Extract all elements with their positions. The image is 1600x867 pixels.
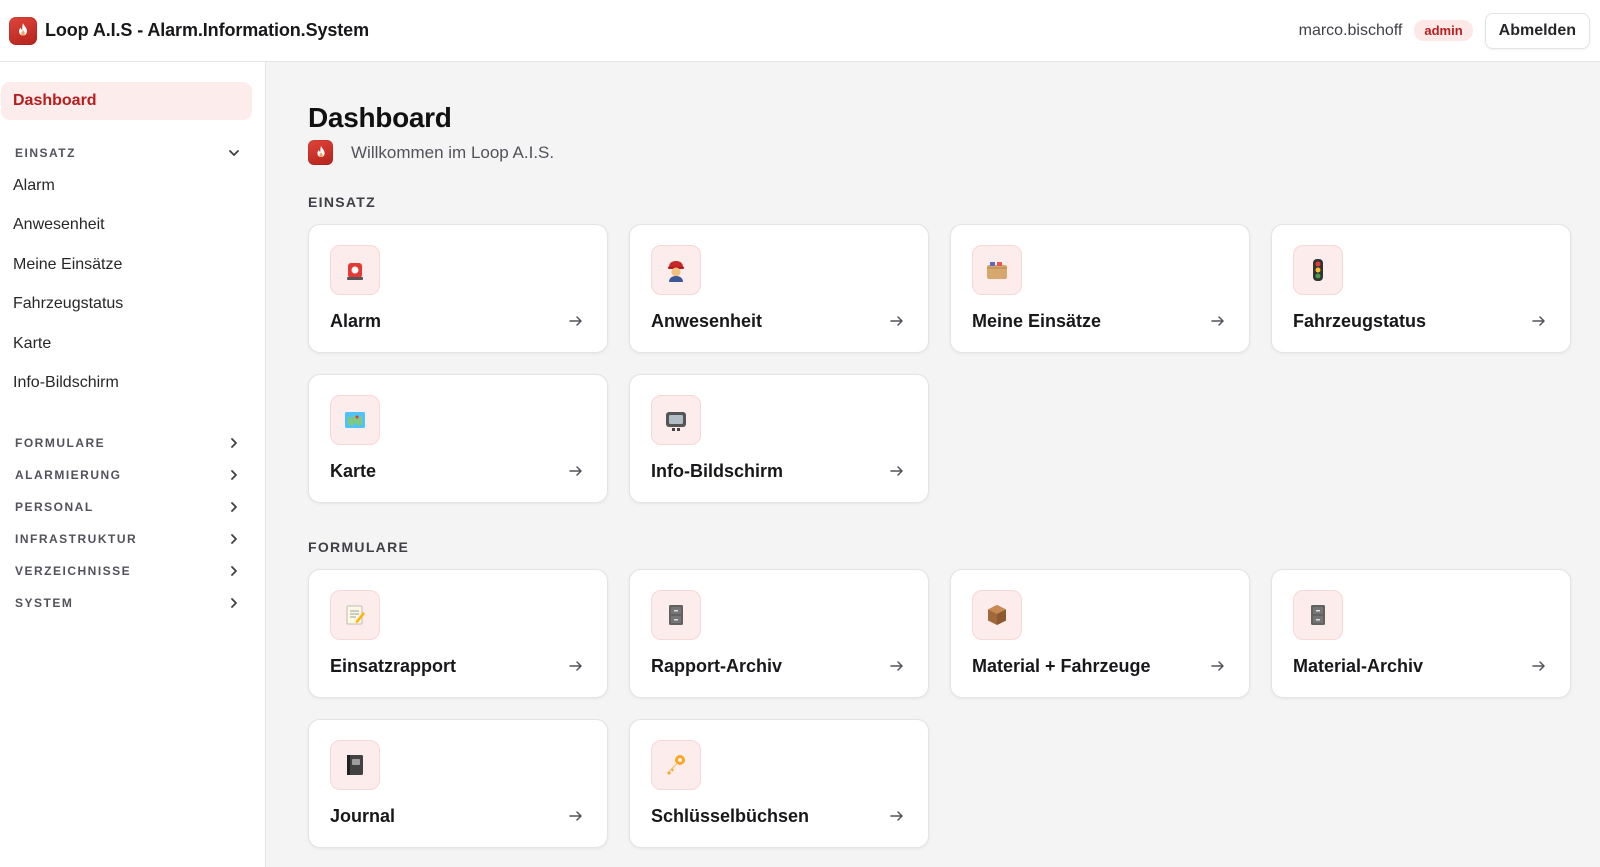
card-label: Rapport-Archiv [651, 656, 783, 676]
memo-icon [330, 590, 380, 640]
arrow-right-icon [890, 811, 903, 821]
arrow-right-icon [890, 316, 903, 326]
sidebar-group-personal[interactable]: PERSONAL [0, 491, 251, 523]
tv-icon [651, 395, 701, 445]
app-title: Loop A.I.S - Alarm.Information.System [45, 20, 370, 40]
chevron-right-icon [231, 470, 237, 480]
section-label-einsatz: EINSATZ [308, 194, 376, 210]
sidebar-item-dashboard[interactable]: Dashboard [1, 82, 252, 120]
card-label: Journal [330, 806, 396, 826]
card-grid-formulare: Einsatzrapport Rapport-Archiv Material +… [308, 569, 1571, 848]
card-label: Anwesenheit [651, 311, 763, 331]
arrow-right-icon [1532, 316, 1545, 326]
chevron-right-icon [231, 502, 237, 512]
card-label: Info-Bildschirm [651, 461, 784, 481]
card-karte[interactable]: Karte [308, 374, 608, 503]
chevron-right-icon [231, 438, 237, 448]
firefighter-icon [651, 245, 701, 295]
username: marco.bischoff [1298, 21, 1403, 39]
chevron-right-icon [231, 598, 237, 608]
sidebar-item-karte[interactable]: Karte [0, 324, 251, 364]
card-fahrzeugstatus[interactable]: Fahrzeugstatus [1271, 224, 1571, 353]
notebook-icon [330, 740, 380, 790]
sidebar-item-info-bildschirm[interactable]: Info-Bildschirm [0, 364, 251, 404]
logout-button[interactable]: Abmelden [1484, 12, 1590, 49]
card-label: Schlüsselbüchsen [651, 806, 810, 826]
sidebar-group-label: ALARMIERUNG [15, 468, 122, 482]
top-bar: Loop A.I.S - Alarm.Information.System ma… [0, 0, 1600, 62]
role-badge: admin [1414, 20, 1473, 41]
card-label: Einsatzrapport [330, 656, 457, 676]
card-alarm[interactable]: Alarm [308, 224, 608, 353]
chevron-right-icon [231, 534, 237, 544]
file-cabinet-icon [651, 590, 701, 640]
siren-icon [330, 245, 380, 295]
card-label: Alarm [330, 311, 382, 331]
package-icon [972, 590, 1022, 640]
sidebar-group-alarmierung[interactable]: ALARMIERUNG [0, 459, 251, 491]
card-label: Meine Einsätze [972, 311, 1102, 331]
fire-logo-icon [308, 140, 333, 165]
arrow-right-icon [1532, 661, 1545, 671]
card-anwesenheit[interactable]: Anwesenheit [629, 224, 929, 353]
map-icon [330, 395, 380, 445]
page-subtitle: Willkommen im Loop A.I.S. [351, 142, 555, 162]
sidebar-group-label: INFRASTRUKTUR [15, 532, 138, 546]
card-label: Material + Fahrzeuge [972, 656, 1151, 676]
file-cabinet-icon [1293, 590, 1343, 640]
card-schluesselbuechsen[interactable]: Schlüsselbüchsen [629, 719, 929, 848]
sidebar-group-label: PERSONAL [15, 500, 94, 514]
arrow-right-icon [569, 466, 582, 476]
card-material-fahrzeuge[interactable]: Material + Fahrzeuge [950, 569, 1250, 698]
arrow-right-icon [569, 661, 582, 671]
sidebar-group-label: FORMULARE [15, 436, 106, 450]
card-rapport-archiv[interactable]: Rapport-Archiv [629, 569, 929, 698]
sidebar-group-label: SYSTEM [15, 596, 74, 610]
subtitle-row: Willkommen im Loop A.I.S. [308, 140, 554, 165]
sidebar-group-infrastruktur[interactable]: INFRASTRUKTUR [0, 523, 251, 555]
page-title: Dashboard [308, 102, 452, 133]
sidebar-item-anwesenheit[interactable]: Anwesenheit [0, 206, 251, 246]
sidebar-group-formulare[interactable]: FORMULARE [0, 427, 251, 459]
sidebar-item-fahrzeugstatus[interactable]: Fahrzeugstatus [0, 285, 251, 325]
card-material-archiv[interactable]: Material-Archiv [1271, 569, 1571, 698]
sidebar-group-einsatz[interactable]: EINSATZ [0, 146, 251, 160]
brand[interactable]: Loop A.I.S - Alarm.Information.System [9, 16, 370, 45]
arrow-right-icon [890, 466, 903, 476]
fire-logo-icon [9, 16, 37, 45]
chevron-right-icon [231, 566, 237, 576]
card-label: Fahrzeugstatus [1293, 311, 1427, 331]
arrow-right-icon [569, 811, 582, 821]
card-einsatzrapport[interactable]: Einsatzrapport [308, 569, 608, 698]
card-info-bildschirm[interactable]: Info-Bildschirm [629, 374, 929, 503]
arrow-right-icon [569, 316, 582, 326]
card-journal[interactable]: Journal [308, 719, 608, 848]
sidebar-group-label: VERZEICHNISSE [15, 564, 132, 578]
card-label: Karte [330, 461, 377, 481]
folder-icon [972, 245, 1022, 295]
sidebar-group-system[interactable]: SYSTEM [0, 587, 251, 619]
arrow-right-icon [1211, 316, 1224, 326]
card-meine-einsaetze[interactable]: Meine Einsätze [950, 224, 1250, 353]
card-label: Material-Archiv [1293, 656, 1424, 676]
sidebar-group-verzeichnisse[interactable]: VERZEICHNISSE [0, 555, 251, 587]
key-icon [651, 740, 701, 790]
arrow-right-icon [1211, 661, 1224, 671]
traffic-light-icon [1293, 245, 1343, 295]
card-grid-einsatz: Alarm Anwesenheit Meine Einsätze Fahrzeu… [308, 224, 1571, 503]
arrow-right-icon [890, 661, 903, 671]
user-area: marco.bischoff admin Abmelden [1298, 12, 1590, 49]
sidebar-group-label: EINSATZ [15, 146, 76, 160]
sidebar-item-alarm[interactable]: Alarm [0, 166, 251, 206]
chevron-down-icon [229, 150, 239, 156]
sidebar: Dashboard EINSATZ Alarm Anwesenheit Mein… [0, 62, 266, 867]
section-label-formulare: FORMULARE [308, 539, 410, 555]
sidebar-item-meine-einsaetze[interactable]: Meine Einsätze [0, 245, 251, 285]
